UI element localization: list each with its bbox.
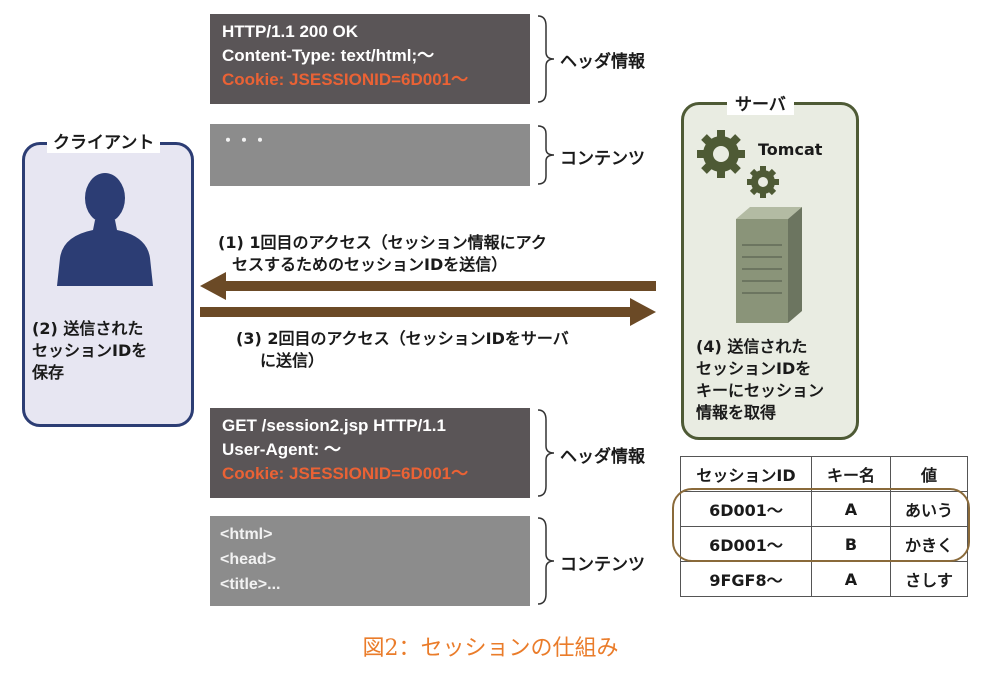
request-content-line1: <html> <box>220 526 273 543</box>
step1-message: (1) 1回目のアクセス（セッション情報にアク セスするためのセッションIDを送… <box>218 232 547 276</box>
server-tower-icon <box>736 207 802 323</box>
request-content-line3: <title>... <box>220 576 281 593</box>
request-content-box: <html> <head> <title>... <box>210 516 530 606</box>
response-status-line: HTTP/1.1 200 OK <box>222 22 359 41</box>
table-cell: さしす <box>890 561 968 597</box>
step3-line2: に送信） <box>260 351 325 370</box>
table-header-row: セッションID キー名 値 <box>680 456 968 492</box>
response-header-label: ヘッダ情報 <box>560 52 645 72</box>
request-content-brace <box>537 517 555 605</box>
request-header-label: ヘッダ情報 <box>560 447 645 467</box>
server-note-line2: セッションIDを <box>696 359 812 378</box>
table-header-key: キー名 <box>811 456 891 492</box>
table-cell: A <box>811 561 891 597</box>
request-header-brace <box>537 409 555 497</box>
request-cookie: Cookie: JSESSIONID=6D001〜 <box>222 464 469 483</box>
table-header-session-id: セッションID <box>680 456 812 492</box>
figure-caption: 図2：セッションの仕組み <box>362 636 619 661</box>
server-note-line4: 情報を取得 <box>696 403 777 422</box>
response-header-box: HTTP/1.1 200 OK Content-Type: text/html;… <box>210 14 530 104</box>
person-icon <box>57 173 153 286</box>
arrow-client-to-server <box>200 298 656 326</box>
table-row: 9FGF8〜 A さしす <box>680 561 968 597</box>
server-title: サーバ <box>727 90 794 115</box>
client-title: クライアント <box>47 128 161 153</box>
gears-icon <box>697 130 779 198</box>
response-content-text: ・・・ <box>220 133 269 150</box>
response-content-brace <box>537 125 555 185</box>
request-user-agent: User-Agent: 〜 <box>222 440 342 459</box>
client-note-line3: 保存 <box>32 363 65 382</box>
step1-line1: (1) 1回目のアクセス（セッション情報にアク <box>218 233 547 252</box>
response-content-type: Content-Type: text/html;〜 <box>222 46 435 65</box>
response-cookie: Cookie: JSESSIONID=6D001〜 <box>222 70 469 89</box>
server-note-line3: キーにセッション <box>696 381 825 400</box>
request-header-box: GET /session2.jsp HTTP/1.1 User-Agent: 〜… <box>210 408 530 498</box>
request-content-line2: <head> <box>220 551 277 568</box>
response-content-box: ・・・ <box>210 124 530 186</box>
server-note: (4) 送信された セッションIDを キーにセッション 情報を取得 <box>696 336 824 424</box>
response-content-label: コンテンツ <box>560 149 645 169</box>
request-line: GET /session2.jsp HTTP/1.1 <box>222 416 446 435</box>
step3-line1: (3) 2回目のアクセス（セッションIDをサーバ <box>236 329 569 348</box>
client-note: (2) 送信された セッションIDを 保存 <box>32 318 147 384</box>
step3-message: (3) 2回目のアクセス（セッションIDをサーバ に送信） <box>236 328 569 372</box>
client-note-line2: セッションIDを <box>32 341 148 360</box>
table-cell: 9FGF8〜 <box>680 561 812 597</box>
matching-rows-highlight <box>672 488 970 562</box>
table-header-value: 値 <box>890 456 968 492</box>
client-note-line1: (2) 送信された <box>32 319 144 338</box>
request-content-label: コンテンツ <box>560 555 645 575</box>
response-header-brace <box>537 15 555 103</box>
arrow-server-to-client <box>200 272 656 300</box>
tomcat-label: Tomcat <box>758 140 823 159</box>
server-note-line1: (4) 送信された <box>696 337 808 356</box>
